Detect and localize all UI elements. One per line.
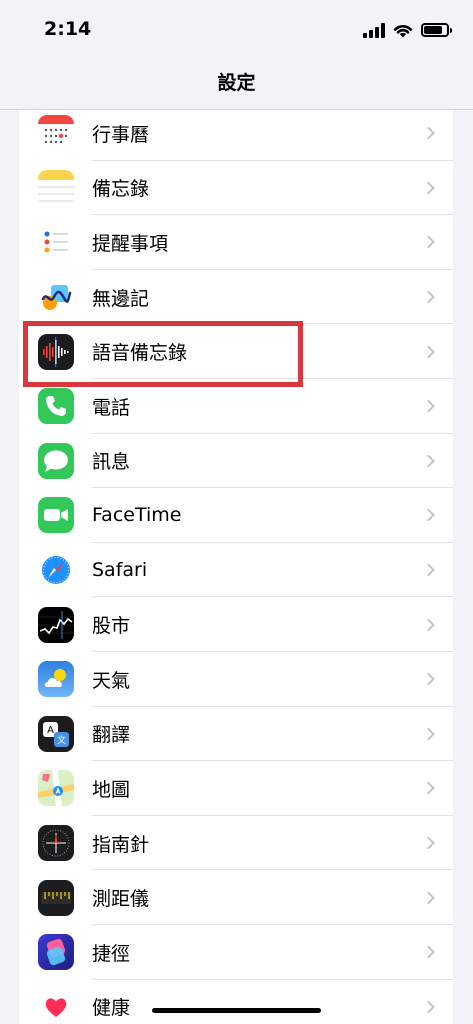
chevron-right-icon [422,290,435,304]
facetime-icon [38,497,74,534]
phone-icon [38,388,74,425]
calendar-icon [38,115,74,152]
chevron-right-icon [422,782,435,795]
chevron-right-icon [422,345,435,359]
settings-row-label: 提醒事項 [92,232,169,255]
chevron-right-icon [422,454,435,468]
notes-icon [38,169,74,206]
battery-level [424,26,442,34]
settings-row-label: 無邊記 [92,287,150,310]
settings-row-label: 訊息 [92,451,131,474]
maps-icon [38,770,74,807]
page-title: 設定 [217,72,256,94]
settings-row[interactable]: 測距儀 [19,870,453,925]
chevron-right-icon [422,563,435,577]
chevron-right-icon [422,1000,435,1014]
status-bar: 2:14 [0,0,473,60]
chevron-right-icon [422,126,435,140]
freeform-icon [38,279,74,316]
svg-text:A: A [47,725,54,736]
settings-row[interactable]: 提醒事項 [19,215,453,270]
settings-row-label: Safari [92,559,148,582]
battery-icon [421,23,452,37]
chevron-right-icon [422,727,435,741]
chevron-right-icon [422,618,435,632]
compass-icon [38,825,74,862]
translate-icon: A文 [38,715,74,752]
chevron-right-icon [422,836,435,850]
settings-row-label: 行事曆 [92,123,150,146]
settings-row[interactable]: 捷徑 [19,925,453,980]
status-icons [363,20,452,40]
settings-row-label: 翻譯 [92,724,131,747]
stocks-icon [38,606,74,643]
cellular-signal-icon [363,22,385,38]
settings-row-label: 地圖 [92,778,131,801]
chevron-right-icon [422,236,435,249]
chevron-right-icon [422,672,435,686]
settings-row[interactable]: Safari [19,543,453,598]
settings-row[interactable]: 股市 [19,597,453,652]
settings-row-label: 備忘錄 [92,178,150,201]
health-icon [38,988,74,1024]
settings-row[interactable]: 訊息 [19,434,453,489]
safari-icon [38,552,74,589]
home-indicator[interactable] [152,1008,321,1013]
navigation-bar: 設定 [0,60,473,110]
settings-row[interactable]: 電話 [19,379,453,434]
chevron-right-icon [422,181,435,195]
chevron-right-icon [422,891,435,904]
settings-row-label: 捷徑 [92,942,131,965]
svg-text:文: 文 [57,734,66,746]
chevron-right-icon [422,509,435,522]
messages-icon [38,442,74,479]
chevron-right-icon [422,945,435,959]
settings-row[interactable]: 指南針 [19,816,453,871]
settings-row[interactable]: 天氣 [19,652,453,707]
chevron-right-icon [422,399,435,413]
settings-row[interactable]: A 文翻譯 [19,707,453,762]
settings-row[interactable]: FaceTime [19,488,453,543]
settings-row-label: FaceTime [92,504,182,527]
settings-row[interactable]: 健康 [19,980,453,1024]
settings-row-label: 電話 [92,396,131,419]
settings-row[interactable]: 無邊記 [19,270,453,325]
measure-icon [38,879,74,916]
settings-row[interactable]: 行事曆 [19,110,453,161]
settings-row-label: 天氣 [92,669,131,692]
shortcuts-icon [38,934,74,971]
status-time: 2:14 [44,18,92,40]
settings-row-label: 指南針 [92,833,150,856]
settings-row-label: 健康 [92,997,131,1020]
highlight-box [23,321,303,387]
settings-list: 行事曆 備忘錄 提醒事項 無邊記 語音備忘錄 電話 訊息 FaceTime Safari 股市 天氣… [19,110,453,1024]
wifi-icon [393,24,413,37]
settings-row-label: 股市 [92,615,131,638]
reminders-icon [38,224,74,261]
settings-row-label: 測距儀 [92,888,150,911]
settings-row[interactable]: 地圖 [19,761,453,816]
weather-icon [38,661,74,698]
settings-row[interactable]: 備忘錄 [19,161,453,216]
